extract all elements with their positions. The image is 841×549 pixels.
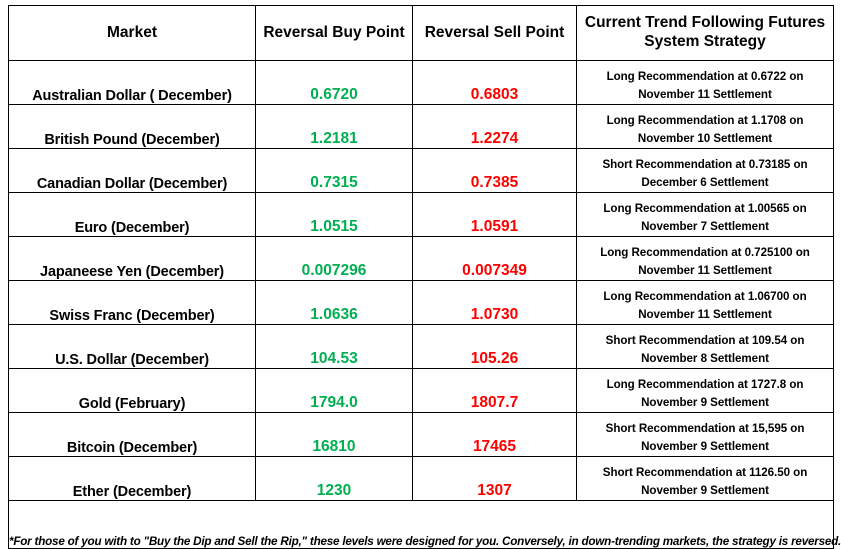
table-header-row: Market Reversal Buy Point Reversal Sell …	[8, 5, 834, 61]
strategy-note: Long Recommendation at 1.00565 on Novemb…	[576, 192, 834, 237]
market-name: Swiss Franc (December)	[8, 280, 256, 325]
strategy-note: Short Recommendation at 109.54 on Novemb…	[576, 324, 834, 369]
reversal-sell-point-value: 1.0591	[412, 192, 577, 237]
market-name: British Pound (December)	[8, 104, 256, 149]
table-row: British Pound (December) 1.2181 1.2274 L…	[8, 104, 834, 149]
strategy-note-line-2: December 6 Settlement	[641, 176, 769, 190]
strategy-note-line-1: Short Recommendation at 1126.50 on	[602, 466, 808, 480]
market-name: U.S. Dollar (December)	[8, 324, 256, 369]
reversal-sell-point-value: 0.6803	[412, 60, 577, 105]
strategy-note-line-2: November 11 Settlement	[638, 264, 772, 278]
table-body: Australian Dollar ( December) 0.6720 0.6…	[8, 60, 841, 549]
strategy-note-line-1: Long Recommendation at 1.1708 on	[606, 114, 804, 128]
table-row: Canadian Dollar (December) 0.7315 0.7385…	[8, 148, 834, 193]
reversal-sell-point-value: 17465	[412, 412, 577, 457]
reversal-buy-point-value: 0.6720	[255, 60, 413, 105]
strategy-note-line-1: Short Recommendation at 0.73185 on	[602, 158, 808, 172]
reversal-buy-point-value: 104.53	[255, 324, 413, 369]
table-row: Euro (December) 1.0515 1.0591 Long Recom…	[8, 192, 834, 237]
reversal-sell-point-value: 0.7385	[412, 148, 577, 193]
reversal-buy-point-value: 1.0515	[255, 192, 413, 237]
strategy-note-line-2: November 9 Settlement	[641, 484, 769, 498]
market-name: Gold (February)	[8, 368, 256, 413]
strategy-note-line-2: November 7 Settlement	[641, 220, 769, 234]
reversal-buy-point-value: 0.7315	[255, 148, 413, 193]
table-row: U.S. Dollar (December) 104.53 105.26 Sho…	[8, 324, 834, 369]
reversal-sell-point-value: 1807.7	[412, 368, 577, 413]
market-name: Ether (December)	[8, 456, 256, 501]
strategy-note-line-2: November 11 Settlement	[638, 88, 772, 102]
strategy-note-line-1: Long Recommendation at 0.725100 on	[600, 246, 810, 260]
footnote-text: *For those of you with to "Buy the Dip a…	[8, 500, 841, 549]
strategy-note: Short Recommendation at 15,595 on Novemb…	[576, 412, 834, 457]
strategy-note: Long Recommendation at 0.6722 on Novembe…	[576, 60, 834, 105]
table-row: Australian Dollar ( December) 0.6720 0.6…	[8, 60, 834, 105]
market-name: Japaneese Yen (December)	[8, 236, 256, 281]
strategy-note-line-2: November 9 Settlement	[641, 396, 769, 410]
reversal-buy-point-value: 16810	[255, 412, 413, 457]
reversal-sell-point-value: 1307	[412, 456, 577, 501]
reversal-levels-table: Market Reversal Buy Point Reversal Sell …	[8, 5, 841, 549]
strategy-note: Short Recommendation at 1126.50 on Novem…	[576, 456, 834, 501]
reversal-buy-point-value: 1230	[255, 456, 413, 501]
table-row: Bitcoin (December) 16810 17465 Short Rec…	[8, 412, 834, 457]
strategy-note: Long Recommendation at 0.725100 on Novem…	[576, 236, 834, 281]
reversal-buy-point-value: 1794.0	[255, 368, 413, 413]
reversal-sell-point-value: 0.007349	[412, 236, 577, 281]
reversal-sell-point-value: 1.2274	[412, 104, 577, 149]
column-header-strategy-line-1: Current Trend Following Futures	[584, 14, 826, 32]
strategy-note-line-2: November 9 Settlement	[641, 440, 769, 454]
market-name: Euro (December)	[8, 192, 256, 237]
strategy-note-line-1: Long Recommendation at 0.6722 on	[606, 70, 804, 84]
reversal-sell-point-value: 105.26	[412, 324, 577, 369]
column-header-market: Market	[8, 5, 256, 61]
reversal-levels-table-page: Market Reversal Buy Point Reversal Sell …	[0, 0, 841, 549]
column-header-current-trend-strategy: Current Trend Following Futures System S…	[576, 5, 834, 61]
column-header-reversal-buy-point: Reversal Buy Point	[255, 5, 413, 61]
table-footnote-row: *For those of you with to "Buy the Dip a…	[8, 500, 841, 549]
strategy-note-line-2: November 8 Settlement	[641, 352, 769, 366]
strategy-note-line-1: Long Recommendation at 1.00565 on	[603, 202, 807, 216]
strategy-note: Long Recommendation at 1.1708 on Novembe…	[576, 104, 834, 149]
strategy-note-line-2: November 11 Settlement	[638, 308, 772, 322]
column-header-reversal-sell-point: Reversal Sell Point	[412, 5, 577, 61]
strategy-note: Short Recommendation at 0.73185 on Decem…	[576, 148, 834, 193]
reversal-buy-point-value: 1.0636	[255, 280, 413, 325]
table-row: Japaneese Yen (December) 0.007296 0.0073…	[8, 236, 834, 281]
table-row: Gold (February) 1794.0 1807.7 Long Recom…	[8, 368, 834, 413]
strategy-note-line-2: November 10 Settlement	[637, 132, 773, 146]
strategy-note-line-1: Long Recommendation at 1.06700 on	[603, 290, 807, 304]
strategy-note-line-1: Short Recommendation at 109.54 on	[605, 334, 805, 348]
table-row: Ether (December) 1230 1307 Short Recomme…	[8, 456, 834, 501]
strategy-note-line-1: Short Recommendation at 15,595 on	[605, 422, 805, 436]
market-name: Australian Dollar ( December)	[8, 60, 256, 105]
column-header-strategy-line-2: System Strategy	[644, 33, 766, 50]
strategy-note-line-1: Long Recommendation at 1727.8 on	[606, 378, 804, 392]
reversal-buy-point-value: 1.2181	[255, 104, 413, 149]
reversal-buy-point-value: 0.007296	[255, 236, 413, 281]
market-name: Bitcoin (December)	[8, 412, 256, 457]
strategy-note: Long Recommendation at 1.06700 on Novemb…	[576, 280, 834, 325]
strategy-note: Long Recommendation at 1727.8 on Novembe…	[576, 368, 834, 413]
table-row: Swiss Franc (December) 1.0636 1.0730 Lon…	[8, 280, 834, 325]
market-name: Canadian Dollar (December)	[8, 148, 256, 193]
reversal-sell-point-value: 1.0730	[412, 280, 577, 325]
